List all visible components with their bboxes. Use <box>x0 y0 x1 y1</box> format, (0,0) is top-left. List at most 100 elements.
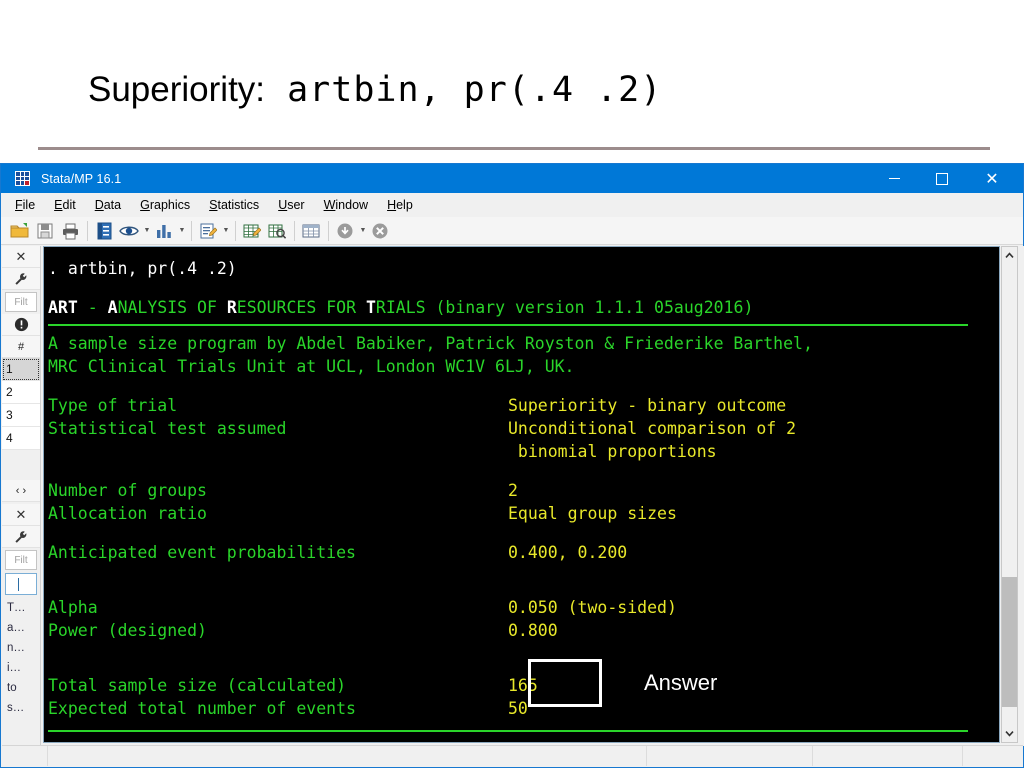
title-divider <box>38 147 990 150</box>
console-credit-line-2: MRC Clinical Trials Unit at UCL, London … <box>48 357 575 376</box>
scroll-down-button[interactable] <box>1002 725 1017 742</box>
console-credit-line-1: A sample size program by Abdel Babiker, … <box>48 334 813 353</box>
variables-panel: ✕ Filt T… a… n… i… to s… <box>2 504 40 718</box>
variables-entry-5[interactable]: to <box>2 678 40 698</box>
toolbar-separator <box>294 220 295 241</box>
row-label: Statistical test assumed <box>48 419 287 438</box>
answer-annotation-label: Answer <box>644 670 718 695</box>
menu-item-graphics[interactable]: Graphics <box>140 198 190 212</box>
chevron-up-icon <box>1005 252 1014 258</box>
console-command-line: . artbin, pr(.4 .2) <box>48 259 237 278</box>
menu-mnemonic: D <box>94 198 104 212</box>
do-file-dropdown-button[interactable]: ▼ <box>221 219 231 243</box>
menu-item-data[interactable]: Data <box>95 198 121 212</box>
viewer-button[interactable] <box>117 219 141 243</box>
menu-item-statistics[interactable]: Statistics <box>209 198 259 212</box>
variables-entry-6[interactable]: s… <box>2 698 40 718</box>
variables-manager-button[interactable] <box>299 219 323 243</box>
data-editor-edit-button[interactable] <box>240 219 264 243</box>
scrollbar-thumb[interactable] <box>1002 577 1017 707</box>
open-file-button[interactable] <box>8 219 32 243</box>
more-button[interactable] <box>333 219 357 243</box>
save-button[interactable] <box>33 219 57 243</box>
variables-settings-button[interactable] <box>2 526 40 548</box>
info-icon <box>14 317 28 332</box>
row-value: Equal group sizes <box>508 504 677 523</box>
print-button[interactable] <box>58 219 82 243</box>
console-spacer <box>48 463 999 479</box>
history-row-4[interactable]: 4 <box>2 427 40 450</box>
row-value: 165 <box>508 676 538 695</box>
variables-close-button[interactable]: ✕ <box>2 504 40 526</box>
toolbar-separator <box>191 220 192 241</box>
close-icon: ✕ <box>985 170 999 188</box>
variables-entry-4[interactable]: i… <box>2 658 40 678</box>
console-result-row: Total sample size (calculated) 165 <box>48 674 999 697</box>
console-spacer <box>48 580 999 596</box>
toolbar-separator <box>87 220 88 241</box>
slide-header: Superiority: artbin, pr(.4 .2) <box>0 0 1024 152</box>
history-nav-arrows[interactable]: ‹ › <box>2 480 40 502</box>
menu-item-user[interactable]: User <box>278 198 304 212</box>
open-file-icon <box>10 222 29 237</box>
menu-item-window[interactable]: Window <box>324 198 368 212</box>
graph-button[interactable] <box>152 219 176 243</box>
command-input[interactable] <box>5 573 37 595</box>
variables-entry-1[interactable]: T… <box>2 598 40 618</box>
maximize-button[interactable] <box>919 164 965 193</box>
scroll-up-button[interactable] <box>1002 247 1017 264</box>
console-spacer <box>48 378 999 394</box>
row-label: Total sample size (calculated) <box>48 676 347 695</box>
history-filter-input[interactable]: Filt <box>5 292 37 312</box>
menu-bar: File Edit Data Graphics Statistics User … <box>1 193 1023 217</box>
console-result-row: Power (designed) 0.800 <box>48 619 999 642</box>
more-dropdown-button[interactable]: ▼ <box>358 219 368 243</box>
history-row-2[interactable]: 2 <box>2 381 40 404</box>
variables-filter-input[interactable]: Filt <box>5 550 37 570</box>
stata-application-window: Stata/MP 16.1 ✕ File Edit Data Graphics … <box>0 163 1024 768</box>
console-result-row: binomial proportions <box>48 440 999 463</box>
text-caret <box>18 577 19 591</box>
menu-mnemonic: S <box>209 198 218 212</box>
data-editor-browse-icon <box>268 224 286 239</box>
results-console[interactable]: . artbin, pr(.4 .2) ART - ANALYSIS OF RE… <box>43 246 1000 743</box>
break-button[interactable] <box>368 219 392 243</box>
history-info-icon-button[interactable] <box>2 314 40 336</box>
row-label <box>48 440 508 463</box>
history-settings-button[interactable] <box>2 268 40 290</box>
menu-item-help[interactable]: Help <box>387 198 413 212</box>
graph-dropdown-button[interactable]: ▼ <box>177 219 187 243</box>
menu-label: elp <box>396 198 413 212</box>
data-editor-browse-button[interactable] <box>265 219 289 243</box>
minimize-button[interactable] <box>871 164 917 193</box>
viewer-eye-icon <box>119 226 139 235</box>
console-scrollbar[interactable] <box>1001 246 1018 743</box>
do-file-editor-button[interactable] <box>196 219 220 243</box>
variables-entry-2[interactable]: a… <box>2 618 40 638</box>
banner-version: (binary version 1.1.1 05aug2016) <box>435 298 754 317</box>
close-button[interactable]: ✕ <box>969 164 1015 193</box>
banner-of: OF <box>197 298 227 317</box>
viewer-dropdown-button[interactable]: ▼ <box>142 219 152 243</box>
banner-resources: ESOURCES <box>236 298 327 317</box>
row-value: 2 <box>508 481 518 500</box>
console-result-row: Number of groups 2 <box>48 479 999 502</box>
log-button[interactable] <box>92 219 116 243</box>
row-label: Allocation ratio <box>48 504 207 523</box>
variables-entry-3[interactable]: n… <box>2 638 40 658</box>
menu-item-file[interactable]: File <box>15 198 35 212</box>
row-value: 50 <box>508 699 528 718</box>
menu-item-edit[interactable]: Edit <box>54 198 76 212</box>
history-close-button[interactable]: ✕ <box>2 246 40 268</box>
history-row-1[interactable]: 1 <box>2 358 40 381</box>
do-file-editor-icon <box>200 223 217 238</box>
log-begin-icon <box>97 222 112 239</box>
history-row-3[interactable]: 3 <box>2 404 40 427</box>
toolbar: ▼ ▼ ▼ ▼ <box>1 217 1023 245</box>
toolbar-separator <box>235 220 236 241</box>
maximize-icon <box>936 172 948 185</box>
menu-mnemonic: U <box>278 198 288 212</box>
menu-mnemonic: G <box>140 198 150 212</box>
page-title: Superiority: artbin, pr(.4 .2) <box>88 72 662 108</box>
history-column-header[interactable]: # <box>2 336 40 358</box>
